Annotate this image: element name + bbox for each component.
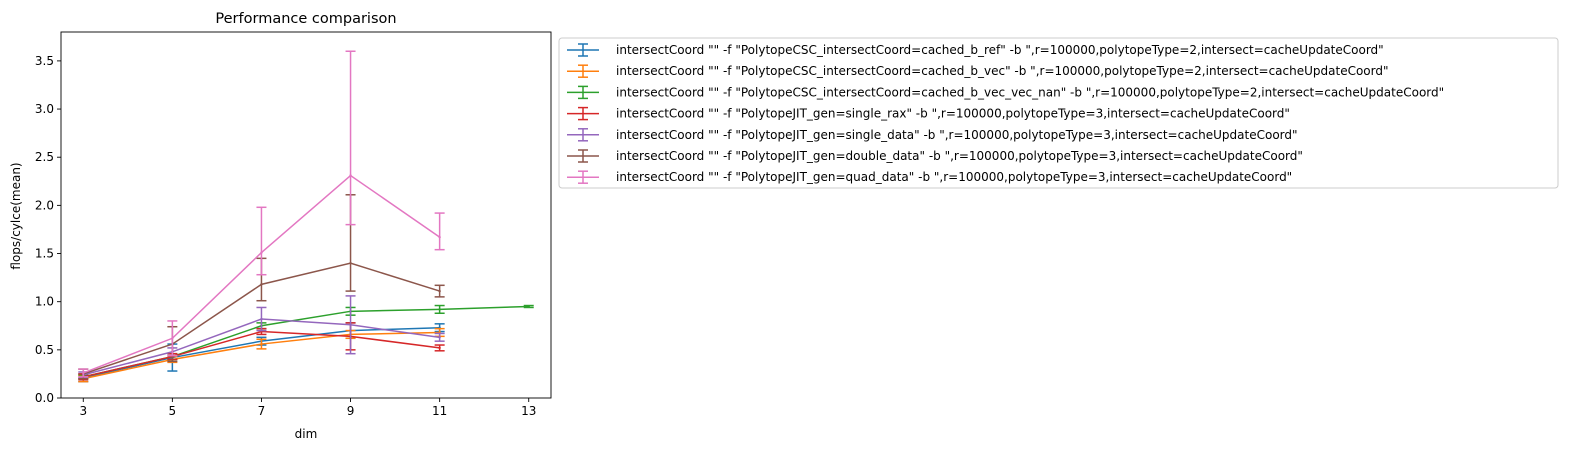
legend-label: intersectCoord "" -f "PolytopeCSC_inters… bbox=[616, 85, 1444, 99]
legend-entry-1: intersectCoord "" -f "PolytopeCSC_inters… bbox=[567, 43, 1384, 57]
legend: intersectCoord "" -f "PolytopeCSC_inters… bbox=[558, 37, 1559, 189]
legend-entry-7: intersectCoord "" -f "PolytopeJIT_gen=qu… bbox=[567, 170, 1292, 184]
y-tick-label: 1.0 bbox=[35, 295, 54, 309]
legend-entry-4: intersectCoord "" -f "PolytopeJIT_gen=si… bbox=[567, 107, 1290, 121]
x-tick-label: 11 bbox=[432, 404, 447, 418]
legend-label: intersectCoord "" -f "PolytopeJIT_gen=qu… bbox=[616, 170, 1292, 184]
data-point bbox=[171, 337, 174, 340]
data-point bbox=[438, 235, 441, 239]
performance-chart: Performance comparison 3 5 7 9 11 13 0.0 0.5 1.0… bbox=[9, 11, 1559, 441]
data-point bbox=[438, 336, 441, 339]
y-tick-label: 0.0 bbox=[35, 391, 54, 405]
y-axis-label: flops/cylce(mean) bbox=[9, 162, 23, 269]
legend-entry-2: intersectCoord "" -f "PolytopeCSC_inters… bbox=[567, 64, 1389, 78]
data-point bbox=[349, 323, 352, 326]
x-tick-label: 5 bbox=[169, 404, 177, 418]
data-point bbox=[260, 317, 263, 321]
data-point bbox=[438, 289, 441, 293]
plot-area: 3 5 7 9 11 13 0.0 0.5 1.0 1.5 2.0 2.5 3.0 3.5 bbox=[35, 31, 552, 418]
y-tick-label: 2.0 bbox=[35, 198, 54, 212]
y-tick-label: 3.0 bbox=[35, 102, 54, 116]
legend-label: intersectCoord "" -f "PolytopeJIT_gen=si… bbox=[616, 128, 1298, 142]
legend-label: intersectCoord "" -f "PolytopeCSC_inters… bbox=[616, 64, 1389, 78]
data-point bbox=[349, 174, 352, 177]
legend-entry-3: intersectCoord "" -f "PolytopeCSC_inters… bbox=[567, 85, 1444, 99]
data-point bbox=[260, 251, 263, 254]
data-point bbox=[349, 261, 352, 265]
legend-label: intersectCoord "" -f "PolytopeJIT_gen=do… bbox=[616, 149, 1303, 163]
legend-label: intersectCoord "" -f "PolytopeCSC_inters… bbox=[616, 43, 1384, 57]
legend-entry-5: intersectCoord "" -f "PolytopeJIT_gen=si… bbox=[567, 128, 1298, 142]
x-tick-label: 9 bbox=[347, 404, 355, 418]
x-axis-label: dim bbox=[295, 427, 318, 441]
x-tick-label: 13 bbox=[521, 404, 536, 418]
data-point bbox=[260, 283, 263, 286]
x-tick-label: 3 bbox=[79, 404, 87, 418]
x-tick-label: 7 bbox=[258, 404, 266, 418]
y-tick-label: 0.5 bbox=[35, 343, 54, 357]
series-line bbox=[83, 305, 529, 378]
y-tick-label: 2.5 bbox=[35, 150, 54, 164]
data-point bbox=[260, 342, 263, 346]
series-3 bbox=[78, 304, 534, 380]
legend-label: intersectCoord "" -f "PolytopeJIT_gen=si… bbox=[616, 107, 1290, 121]
legend-entry-6: intersectCoord "" -f "PolytopeJIT_gen=do… bbox=[567, 149, 1303, 163]
y-tick-label: 3.5 bbox=[35, 54, 54, 68]
data-point bbox=[438, 308, 441, 311]
y-tick-label: 1.5 bbox=[35, 247, 54, 261]
series-4 bbox=[78, 322, 445, 381]
chart-title: Performance comparison bbox=[215, 11, 396, 27]
data-point bbox=[82, 371, 85, 375]
data-point bbox=[438, 346, 441, 350]
data-point bbox=[527, 305, 530, 308]
